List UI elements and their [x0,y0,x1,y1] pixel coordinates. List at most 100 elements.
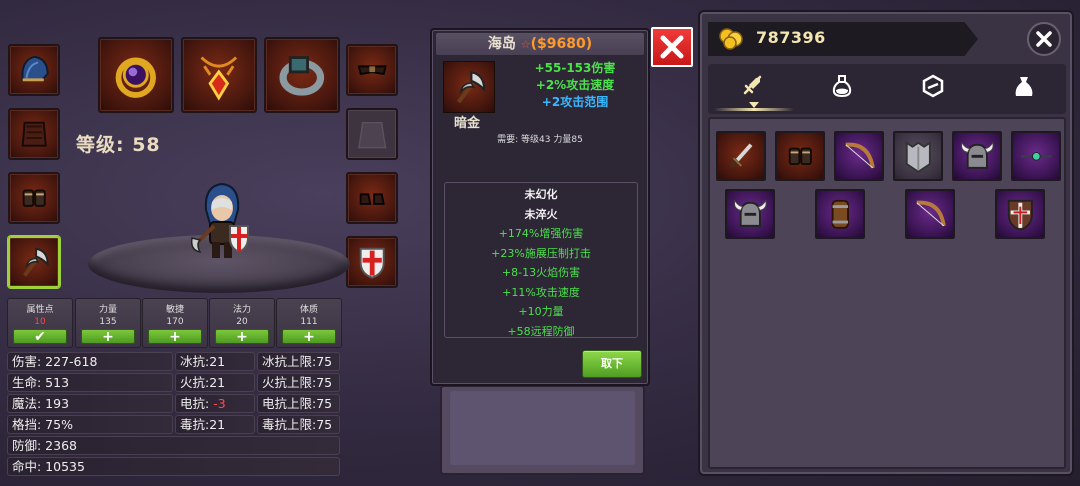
inventory-item[interactable] [834,131,884,181]
axe-icon [456,70,485,104]
base-stat-line: +2%攻击速度 [535,78,615,92]
bracelet-slot[interactable] [264,37,340,113]
bow-icon [916,200,946,226]
add-vitality-button[interactable]: + [282,329,336,344]
confirm-button[interactable]: ✔ [13,329,67,344]
stat-damage: 伤害: 227-618 [7,352,173,371]
affix-line: +23%施展压制打击 [491,246,591,260]
armor-plate-icon [905,140,931,173]
add-mana-button[interactable]: + [215,329,269,344]
belt-slot[interactable] [346,44,398,96]
inventory-item[interactable] [893,131,943,181]
hood-icon [21,55,49,82]
add-strength-button[interactable]: + [81,329,135,344]
tooltip-back-panel [440,385,645,475]
gold-amount: 787396 [756,28,826,47]
stat-fire-cap: 火抗上限:75 [257,373,340,392]
inventory-item[interactable] [1011,131,1061,181]
attr-value: 20 [236,317,248,327]
amulet-icon [200,56,238,101]
potion-icon [832,75,852,98]
affix-line: +174%增强伤害 [498,227,584,240]
stat-poison-cap: 毒抗上限:75 [257,415,340,434]
attr-vitality-box: 体质 111 + [276,298,342,348]
inventory-item[interactable] [725,189,775,239]
level-label: 等级: 58 [76,134,161,156]
shield-icon [1007,199,1033,231]
inventory-panel: 787396 [698,10,1074,476]
armor-icon [21,121,47,147]
gem-icon [922,74,944,98]
tab-weapons[interactable] [732,70,772,102]
weapon-slot[interactable] [8,236,60,288]
inventory-grid [708,117,1066,469]
shield-icon [359,247,385,279]
attr-label: 敏捷 [165,305,184,315]
belt-icon [357,65,387,75]
bow-icon [845,142,875,168]
attr-value: 10 [34,317,46,327]
helmet-slot[interactable] [8,44,60,96]
gold-bar [708,22,978,56]
inventory-tabs [708,64,1066,114]
attr-mana-box: 法力 20 + [209,298,275,348]
dagger-icon [729,143,753,168]
inventory-item[interactable] [952,131,1002,181]
stat-block: 格挡: 75% [7,415,173,434]
item-quality: 暗金 [454,116,481,131]
amulet-slot[interactable] [181,37,257,113]
base-stat-line: +2攻击范围 [541,95,609,109]
inventory-item[interactable] [775,131,825,181]
sword-icon [743,75,762,95]
attr-agility-box: 敏捷 170 + [142,298,208,348]
horned-helmet-icon [960,141,994,169]
gloves-icon [22,189,46,207]
stat-lightning-cap: 电抗上限:75 [257,394,340,413]
base-stat-line: +55-153伤害 [534,61,616,75]
ring-slot[interactable] [98,37,174,113]
stat-cold-cap: 冰抗上限:75 [257,352,340,371]
cape-slot[interactable] [346,108,398,160]
stat-defense: 防御: 2368 [7,436,340,455]
attr-points-box: 属性点 10 ✔ [7,298,73,348]
inventory-item[interactable] [905,189,955,239]
shield-slot[interactable] [346,236,398,288]
tab-gems[interactable] [913,70,953,102]
tooltip-title: 海岛 ☆($9680) [436,33,644,55]
boots-slot[interactable] [346,172,398,224]
axe-icon [22,247,49,277]
affix-header: 未淬火 [524,207,558,221]
affix-line: +11%攻击速度 [502,285,580,299]
attr-label: 法力 [232,305,251,315]
active-tab-caret [749,102,759,108]
item-requirement: 需要: 等级43 力量85 [497,135,583,145]
item-affix-box: 未幻化 未淬火 +174%增强伤害 +23%施展压制打击 +8-13火焰伤害 +… [444,182,638,338]
gloves-slot[interactable] [8,172,60,224]
horned-helmet-icon [733,199,767,227]
add-agility-button[interactable]: + [148,329,202,344]
item-base-stats: +55-153伤害 +2%攻击速度 +2攻击范围 [510,60,640,111]
affix-header: 未幻化 [524,188,558,201]
close-inventory-button[interactable] [1027,22,1061,56]
attr-label: 属性点 [26,305,54,315]
tab-bag[interactable] [1004,70,1044,102]
inventory-item[interactable] [716,131,766,181]
gold-coins-icon [719,28,743,50]
item-title: 海岛 [487,36,516,52]
bag-icon [1015,77,1033,96]
inventory-item[interactable] [815,189,865,239]
stat-life: 生命: 513 [7,373,173,392]
tooltip-item-icon [443,61,495,113]
attr-value: 170 [166,317,184,327]
affix-line: +58远程防御 [507,324,575,338]
stat-fire-res: 火抗:21 [175,373,255,392]
barrel-icon [831,199,849,229]
close-tooltip-button[interactable] [651,27,693,67]
stat-hit: 命中: 10535 [7,457,340,476]
tab-potions[interactable] [822,70,862,102]
wand-icon [1020,151,1052,161]
take-off-button[interactable]: 取下 [582,350,642,378]
inventory-item[interactable] [995,189,1045,239]
close-icon [660,35,684,59]
armor-slot[interactable] [8,108,60,160]
